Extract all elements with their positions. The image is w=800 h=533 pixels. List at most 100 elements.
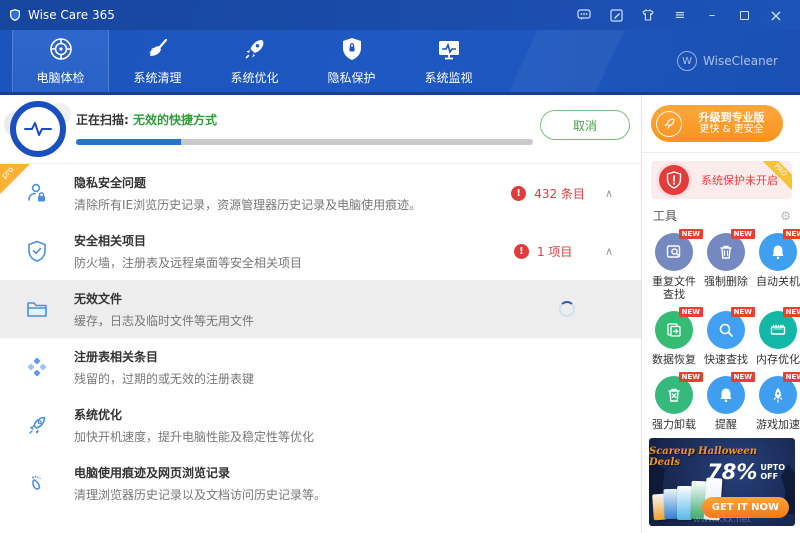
upgrade-rocket-icon [656, 111, 682, 137]
main-nav: 电脑体检 系统清理 系统优化 隐私保护 [0, 30, 800, 95]
trash-icon [717, 243, 735, 261]
cancel-button[interactable]: 取消 [540, 110, 630, 140]
tab-system-cleaner[interactable]: 系统清理 [109, 30, 206, 92]
game-rocket-icon [769, 386, 787, 404]
system-protection-banner[interactable]: 系统保护未开启 PRO [651, 161, 792, 199]
rocket-icon [242, 36, 268, 62]
checkup-target-icon [48, 36, 74, 62]
titlebar: Wise Care 365 ≡ – × [0, 0, 800, 30]
tool-label: 自动关机 [752, 275, 800, 288]
tool-force-uninstaller[interactable]: NEW 强力卸载 [648, 368, 700, 431]
rocket-outline-icon [24, 412, 50, 438]
new-badge: NEW [783, 372, 800, 382]
menu-icon[interactable]: ≡ [666, 3, 694, 27]
tool-force-delete[interactable]: NEW 强制删除 [700, 225, 752, 301]
warning-icon: ! [511, 186, 526, 201]
item-desc: 清理浏览器历史记录以及文档访问历史记录等。 [74, 486, 641, 503]
scan-status-bar: 正在扫描: 无效的快捷方式 取消 [0, 95, 641, 163]
wisecleaner-brand: W WiseCleaner [677, 30, 778, 92]
checkup-row-traces-history[interactable]: 电脑使用痕迹及网页浏览记录 清理浏览器历史记录以及文档访问历史记录等。 [0, 454, 641, 512]
gear-icon[interactable]: ⚙ [780, 209, 791, 223]
monitor-pulse-icon [436, 36, 462, 62]
footprint-icon [24, 470, 50, 496]
tool-label: 内存优化 [752, 353, 800, 366]
tab-pc-checkup[interactable]: 电脑体检 [12, 30, 109, 92]
bell-icon [717, 386, 735, 404]
trash-x-icon [665, 386, 683, 404]
edit-notes-icon[interactable] [602, 3, 630, 27]
chevron-up-icon[interactable]: ∧ [605, 187, 613, 200]
tool-label: 数据恢复 [648, 353, 700, 366]
tool-reminder[interactable]: NEW 提醒 [700, 368, 752, 431]
scan-progress-fill [76, 139, 181, 145]
warning-icon: ! [514, 244, 529, 259]
item-desc: 加快开机速度，提升电脑性能及稳定性等优化 [74, 428, 641, 445]
tab-label: 系统优化 [230, 69, 278, 86]
app-shield-logo-icon [8, 8, 22, 22]
protection-status-text: 系统保护未开启 [701, 172, 778, 188]
tab-label: 系统监视 [424, 69, 472, 86]
issue-count: 432 条目 [534, 185, 585, 202]
checkup-row-privacy-issues[interactable]: 隐私安全问题 清除所有IE浏览历史记录，资源管理器历史记录及电脑使用痕迹。 ! … [0, 164, 641, 222]
checkup-list: pro 隐私安全问题 清除所有IE浏览历史记录，资源管理器历史记录及电脑使用痕迹… [0, 163, 641, 512]
item-title: 安全相关项目 [74, 232, 514, 249]
close-button[interactable]: × [762, 3, 790, 27]
tool-game-booster[interactable]: NEW 游戏加速 [752, 368, 800, 431]
checkup-main-panel: 正在扫描: 无效的快捷方式 取消 pro 隐私安全问题 清除所有IE浏览历史记录… [0, 95, 641, 533]
window-title: Wise Care 365 [28, 8, 115, 22]
scanning-spinner-icon [559, 301, 575, 317]
item-title: 隐私安全问题 [74, 174, 511, 191]
scan-status-text: 正在扫描: 无效的快捷方式 [76, 111, 217, 128]
tool-label: 重复文件查找 [648, 275, 700, 301]
minimize-button[interactable]: – [698, 3, 726, 27]
item-title: 电脑使用痕迹及网页浏览记录 [74, 464, 641, 481]
tool-auto-shutdown[interactable]: NEW 自动关机 [752, 225, 800, 301]
tool-quick-search[interactable]: NEW 快速查找 [700, 303, 752, 366]
banner-watermark: www.kkx.net [649, 515, 795, 525]
tool-data-recovery[interactable]: NEW 数据恢复 [648, 303, 700, 366]
item-desc: 残留的，过期的或无效的注册表键 [74, 370, 641, 387]
tools-title: 工具 [653, 207, 677, 224]
tool-label: 强制删除 [700, 275, 752, 288]
pro-ribbon: pro [0, 164, 30, 194]
tab-system-monitor[interactable]: 系统监视 [400, 30, 497, 92]
tools-grid: NEW 重复文件查找 NEW 强制删除 NEW 自动关机 [648, 225, 796, 431]
upgrade-title: 升级到专业版 [688, 111, 775, 124]
checkup-row-security-items[interactable]: 安全相关项目 防火墙，注册表及远程桌面等安全相关项目 ! 1 项目 ∧ [0, 222, 641, 280]
item-title: 系统优化 [74, 406, 641, 423]
folder-icon [24, 296, 50, 322]
tool-label: 强力卸载 [648, 418, 700, 431]
duplicate-file-search-icon [665, 243, 683, 261]
broom-icon [145, 36, 171, 62]
data-recovery-icon [665, 321, 683, 339]
upgrade-to-pro-button[interactable]: 升级到专业版 更快 & 更安全 [651, 105, 783, 142]
tab-privacy-protector[interactable]: 隐私保护 [303, 30, 400, 92]
maximize-button[interactable] [730, 3, 758, 27]
magnifier-icon [717, 321, 735, 339]
scan-progress-bar [76, 139, 533, 145]
checkup-row-registry-entries[interactable]: 注册表相关条目 残留的，过期的或无效的注册表键 [0, 338, 641, 396]
tools-header: 工具 ⚙ [653, 207, 791, 224]
feedback-icon[interactable] [570, 3, 598, 27]
shield-lock-icon [340, 36, 364, 62]
theme-skin-icon[interactable] [634, 3, 662, 27]
halloween-promo-banner[interactable]: Scareup Halloween Deals 78% UPTOOFF GET … [649, 438, 795, 526]
checkup-row-system-tuneup[interactable]: 系统优化 加快开机速度，提升电脑性能及稳定性等优化 [0, 396, 641, 454]
tab-label: 电脑体检 [36, 69, 84, 86]
wisecleaner-logo-icon: W [677, 51, 697, 71]
item-desc: 缓存，日志及临时文件等无用文件 [74, 312, 559, 329]
tool-memory-optimizer[interactable]: NEW 内存优化 [752, 303, 800, 366]
wise-care-365-window: Wise Care 365 ≡ – × 电脑体检 [0, 0, 800, 533]
chevron-up-icon[interactable]: ∧ [605, 245, 613, 258]
sidebar: 升级到专业版 更快 & 更安全 系统保护未开启 PRO 工具 ⚙ NEW 重复文… [641, 95, 800, 533]
tool-label: 提醒 [700, 418, 752, 431]
tool-duplicate-finder[interactable]: NEW 重复文件查找 [648, 225, 700, 301]
tool-label: 游戏加速 [752, 418, 800, 431]
registry-diamonds-icon [24, 354, 50, 380]
new-badge: NEW [783, 307, 800, 317]
tool-label: 快速查找 [700, 353, 752, 366]
item-title: 无效文件 [74, 290, 559, 307]
checkup-row-useless-files[interactable]: 无效文件 缓存，日志及临时文件等无用文件 [0, 280, 641, 338]
protection-shield-icon [659, 165, 689, 195]
tab-system-tuneup[interactable]: 系统优化 [206, 30, 303, 92]
